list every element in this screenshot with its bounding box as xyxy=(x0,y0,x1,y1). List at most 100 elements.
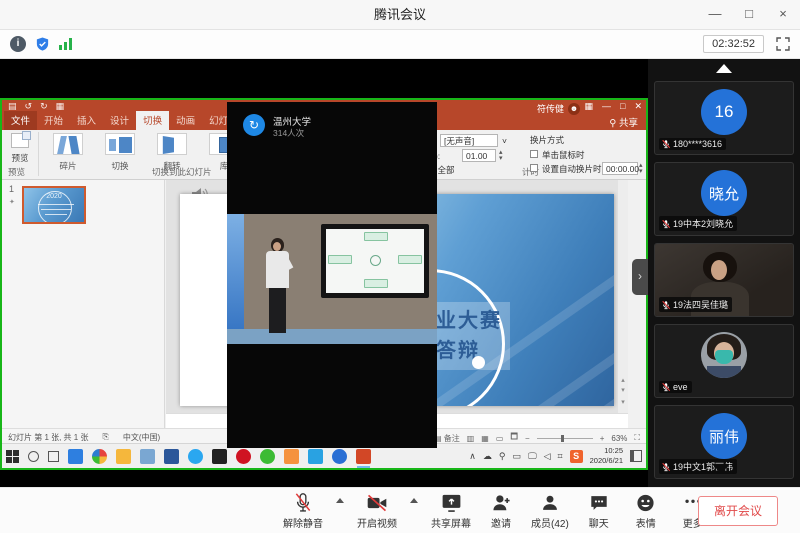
app-icon-powerpoint[interactable] xyxy=(356,449,371,464)
task-view-icon[interactable] xyxy=(48,451,59,462)
tab-insert[interactable]: 插入 xyxy=(70,111,103,130)
language-status[interactable]: 中文(中国) xyxy=(123,432,160,443)
scroll-up-icon[interactable]: ▴ xyxy=(618,376,628,384)
app-icon-browser[interactable] xyxy=(332,449,347,464)
sorter-view-icon[interactable]: ▦ xyxy=(481,434,489,443)
tray-display-icon[interactable]: 🖵 xyxy=(528,451,537,462)
shared-screen-area: ▤ ↺ ↻ ▦ 文件 开始 插入 设计 切换 动画 幻灯片放映 审阅 xyxy=(0,59,800,487)
tray-clock[interactable]: 10:25 2020/6/21 xyxy=(590,446,623,466)
app-icon-music[interactable] xyxy=(236,449,251,464)
tab-home[interactable]: 开始 xyxy=(37,111,70,130)
spellcheck-icon: ⎘ xyxy=(102,432,108,443)
ppt-close-icon[interactable]: ✕ xyxy=(634,101,642,112)
stage-floor xyxy=(227,329,437,344)
meeting-info-icon[interactable]: i xyxy=(10,36,26,52)
duration-spinner[interactable]: ▴▾ xyxy=(499,150,503,162)
close-button[interactable]: × xyxy=(766,0,800,30)
zoom-out-icon[interactable]: − xyxy=(525,434,530,443)
reading-view-icon[interactable]: ▭ xyxy=(496,434,504,443)
live-video-overlay[interactable]: ↻ 温州大学 314人次 xyxy=(227,102,437,448)
on-mouse-click-checkbox[interactable] xyxy=(530,150,538,158)
app-icon-file-explorer[interactable] xyxy=(116,449,131,464)
stage-banner xyxy=(227,214,244,344)
transition-switch[interactable]: 切换 xyxy=(94,133,146,174)
transition-preview-button[interactable]: 预览 xyxy=(6,133,34,166)
mic-options-caret[interactable] xyxy=(336,498,344,503)
tray-cloud-icon[interactable]: ☁ xyxy=(483,451,492,462)
stream-logo-icon: ↻ xyxy=(243,114,265,136)
ppt-minimize-icon[interactable]: — xyxy=(602,101,611,112)
unmute-button[interactable]: 解除静音 xyxy=(283,492,323,530)
zoom-level[interactable]: 63% xyxy=(611,434,627,443)
tray-sogou-icon[interactable]: S xyxy=(570,450,583,463)
members-button[interactable]: 成员(42) xyxy=(531,492,569,530)
emoji-button[interactable]: 表情 xyxy=(629,492,663,530)
scroll-down-arrow-icon[interactable] xyxy=(712,464,730,474)
tab-transitions[interactable]: 切换 xyxy=(136,111,169,130)
share-screen-button[interactable]: 共享屏幕 xyxy=(431,492,471,530)
scroll-next-icon[interactable]: ▾ xyxy=(618,398,628,406)
sound-dropdown[interactable]: [无声音] xyxy=(440,134,498,147)
normal-view-icon[interactable]: ▥ xyxy=(467,434,475,443)
scroll-down-icon[interactable]: ▾ xyxy=(618,386,628,394)
app-icon-qq[interactable] xyxy=(212,449,227,464)
tab-file[interactable]: 文件 xyxy=(4,111,37,130)
ppt-share-button[interactable]: ⚲ 共享 xyxy=(609,115,638,129)
start-video-button[interactable]: 开启视频 xyxy=(357,492,397,530)
ppt-account-avatar: ☻ xyxy=(568,103,580,115)
windows-start-icon[interactable] xyxy=(6,450,19,463)
app-icon-pinwheel[interactable] xyxy=(92,449,107,464)
slide-1-thumbnail[interactable]: 2020 xyxy=(22,186,86,224)
app-icon-thunder[interactable] xyxy=(188,449,203,464)
tray-network-icon[interactable]: ⌗ xyxy=(558,451,563,462)
duration-input[interactable]: 01.00 xyxy=(462,149,496,162)
tray-volume-icon[interactable]: ◁ xyxy=(544,451,551,462)
fit-to-window-icon[interactable]: ⛶ xyxy=(634,433,640,443)
auto-advance-spinner[interactable]: ▴▾ xyxy=(639,163,643,175)
sidebar-collapse-handle[interactable]: › xyxy=(632,259,648,295)
maximize-button[interactable]: □ xyxy=(732,0,766,30)
tencent-meeting-window: 腾讯会议 — □ × i 02:32:52 ▤ ↺ ↻ xyxy=(0,0,800,533)
scroll-up-arrow-icon[interactable] xyxy=(716,64,732,73)
invite-button[interactable]: 邀请 xyxy=(484,492,518,530)
members-icon xyxy=(540,492,560,514)
video-options-caret[interactable] xyxy=(410,498,418,503)
slide-number: 1 xyxy=(9,184,14,194)
ppt-account[interactable]: 符传健 ☻ xyxy=(537,102,580,115)
transition-shred[interactable]: 碎片 xyxy=(42,133,94,174)
notification-center-icon[interactable] xyxy=(630,450,642,462)
zoom-in-icon[interactable]: + xyxy=(600,434,605,443)
chat-button[interactable]: 聊天 xyxy=(582,492,616,530)
app-icon-tim[interactable] xyxy=(308,449,323,464)
slide-scrollbar[interactable]: ▴ ▾ ▾ xyxy=(618,180,628,413)
app-icon-wechat[interactable] xyxy=(260,449,275,464)
app-icon-pc-manager[interactable] xyxy=(68,449,83,464)
ppt-maximize-icon[interactable]: □ xyxy=(620,101,625,112)
participant-name-chip: eve xyxy=(659,381,692,393)
tray-expand-icon[interactable]: ∧ xyxy=(469,451,476,462)
app-icon-network[interactable] xyxy=(140,449,155,464)
ppt-ribbon-options-icon[interactable]: ▦ xyxy=(585,101,594,112)
notes-toggle-button[interactable]: ▤ 备注 xyxy=(434,433,460,444)
fullscreen-icon[interactable] xyxy=(776,37,790,51)
tab-animations[interactable]: 动画 xyxy=(169,111,202,130)
participant-tile[interactable]: 晓允 19中本2刘晓允 xyxy=(654,162,794,236)
tray-battery-icon[interactable]: ▭ xyxy=(512,451,521,462)
presentation-screen xyxy=(321,224,429,298)
tab-design[interactable]: 设计 xyxy=(103,111,136,130)
zoom-slider[interactable] xyxy=(537,438,593,439)
auto-advance-time-input[interactable]: 00:00.00 xyxy=(602,162,638,175)
participant-tile[interactable]: eve xyxy=(654,324,794,398)
app-icon-photos[interactable] xyxy=(284,449,299,464)
minimize-button[interactable]: — xyxy=(698,0,732,30)
auto-advance-checkbox[interactable] xyxy=(530,164,538,172)
network-signal-icon xyxy=(59,38,72,50)
sound-dropdown-arrow[interactable]: ˅ xyxy=(502,136,507,146)
leave-meeting-button[interactable]: 离开会议 xyxy=(698,496,778,526)
app-icon-word[interactable] xyxy=(164,449,179,464)
presenter-figure xyxy=(263,238,293,333)
tray-mic-icon[interactable]: ⚲ xyxy=(499,451,506,462)
participant-tile[interactable]: 16 180****3616 xyxy=(654,81,794,155)
cortana-icon[interactable] xyxy=(28,451,39,462)
participant-tile[interactable]: 19法四吴佳璐 xyxy=(654,243,794,317)
